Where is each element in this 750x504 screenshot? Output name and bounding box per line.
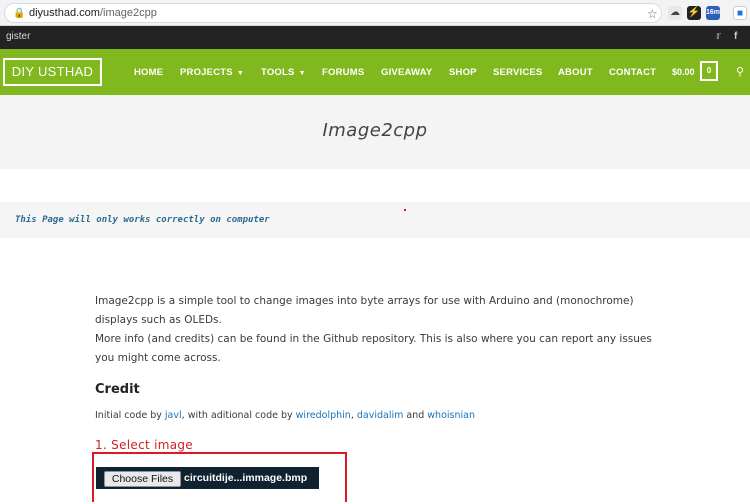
- nav-giveaway[interactable]: GIVEAWAY: [381, 67, 432, 78]
- extension-cloud-icon[interactable]: ☁: [668, 6, 682, 20]
- cart-count: 0: [706, 66, 712, 75]
- intro-section: Image2cpp is a simple tool to change ima…: [95, 292, 665, 368]
- site-logo[interactable]: DIY USTHAD: [3, 58, 102, 86]
- extension-badge-count: 16m: [706, 9, 721, 16]
- credit-line: Initial code by javl, with aditional cod…: [95, 410, 475, 421]
- credit-prefix: Initial code by: [95, 410, 165, 421]
- main-navbar: DIY USTHAD HOME PROJECTS ▼ TOOLS ▼ FORUMS …: [0, 49, 750, 95]
- nav-shop-label: SHOP: [449, 67, 477, 78]
- extension-bolt-icon[interactable]: ⚡: [687, 6, 701, 20]
- page-title: Image2cpp: [322, 120, 428, 141]
- nav-tools-label: TOOLS: [261, 67, 295, 78]
- nav-contact-label: CONTACT: [609, 67, 657, 78]
- nav-shop[interactable]: SHOP: [449, 67, 477, 78]
- nav-forums[interactable]: FORUMS: [322, 67, 364, 78]
- credit-link-davidalim[interactable]: davidalim: [357, 410, 404, 421]
- top-bar: gister 𝕣 f: [0, 26, 750, 49]
- nav-giveaway-label: GIVEAWAY: [381, 67, 433, 78]
- browser-toolbar: 🔒 diyusthad.com/image2cpp ☆ ☁ ⚡ 16m ■: [0, 0, 750, 26]
- nav-projects-label: PROJECTS: [180, 67, 233, 78]
- intro-paragraph-1: Image2cpp is a simple tool to change ima…: [95, 295, 634, 326]
- nav-services[interactable]: SERVICES: [493, 67, 542, 78]
- nav-services-label: SERVICES: [493, 67, 543, 78]
- selected-file-name: circuitdije...immage.bmp: [184, 472, 308, 484]
- nav-projects[interactable]: PROJECTS ▼: [180, 67, 244, 78]
- chevron-down-icon: ▼: [236, 70, 244, 77]
- lock-icon: 🔒: [13, 8, 26, 19]
- credit-link-wiredolphin[interactable]: wiredolphin: [296, 410, 351, 421]
- credit-link-javl[interactable]: javl: [165, 410, 182, 421]
- address-bar[interactable]: 🔒 diyusthad.com/image2cpp ☆: [4, 3, 662, 23]
- step-1-label: 1. Select image: [95, 438, 193, 452]
- cart-total[interactable]: $0.00: [672, 67, 695, 77]
- notice-box: This Page will only works correctly on c…: [0, 202, 750, 238]
- nav-home[interactable]: HOME: [134, 67, 163, 78]
- page-title-band: Image2cpp: [0, 95, 750, 169]
- notice-text: This Page will only works correctly on c…: [15, 215, 270, 225]
- nav-forums-label: FORUMS: [322, 67, 365, 78]
- choose-files-button[interactable]: Choose Files: [104, 471, 181, 487]
- chevron-down-icon: ▼: [298, 70, 306, 77]
- bookmark-star-icon[interactable]: ☆: [647, 7, 658, 21]
- red-dot-marker: [404, 209, 406, 211]
- extension-shape-icon[interactable]: ■: [733, 6, 747, 20]
- extension-badge-icon[interactable]: 16m: [706, 6, 720, 20]
- nav-about-label: ABOUT: [558, 67, 593, 78]
- credit-middle: , with aditional code by: [181, 410, 296, 421]
- nav-about[interactable]: ABOUT: [558, 67, 593, 78]
- topbar-text[interactable]: gister: [6, 31, 30, 42]
- cart-icon[interactable]: 0: [700, 61, 718, 81]
- url-domain: diyusthad.com: [29, 7, 100, 19]
- url-path: /image2cpp: [99, 7, 157, 19]
- facebook-icon[interactable]: f: [734, 31, 737, 42]
- nav-tools[interactable]: TOOLS ▼: [261, 67, 306, 78]
- intro-paragraph-2: More info (and credits) can be found in …: [95, 333, 652, 364]
- twitter-icon[interactable]: 𝕣: [716, 31, 721, 42]
- nav-home-label: HOME: [134, 67, 164, 78]
- nav-contact[interactable]: CONTACT: [609, 67, 656, 78]
- credit-and: and: [403, 410, 428, 421]
- credit-link-whoisnian[interactable]: whoisnian: [427, 410, 475, 421]
- url-text[interactable]: diyusthad.com/image2cpp: [29, 7, 157, 19]
- credit-heading: Credit: [95, 382, 140, 397]
- search-icon[interactable]: ⚲: [736, 65, 744, 78]
